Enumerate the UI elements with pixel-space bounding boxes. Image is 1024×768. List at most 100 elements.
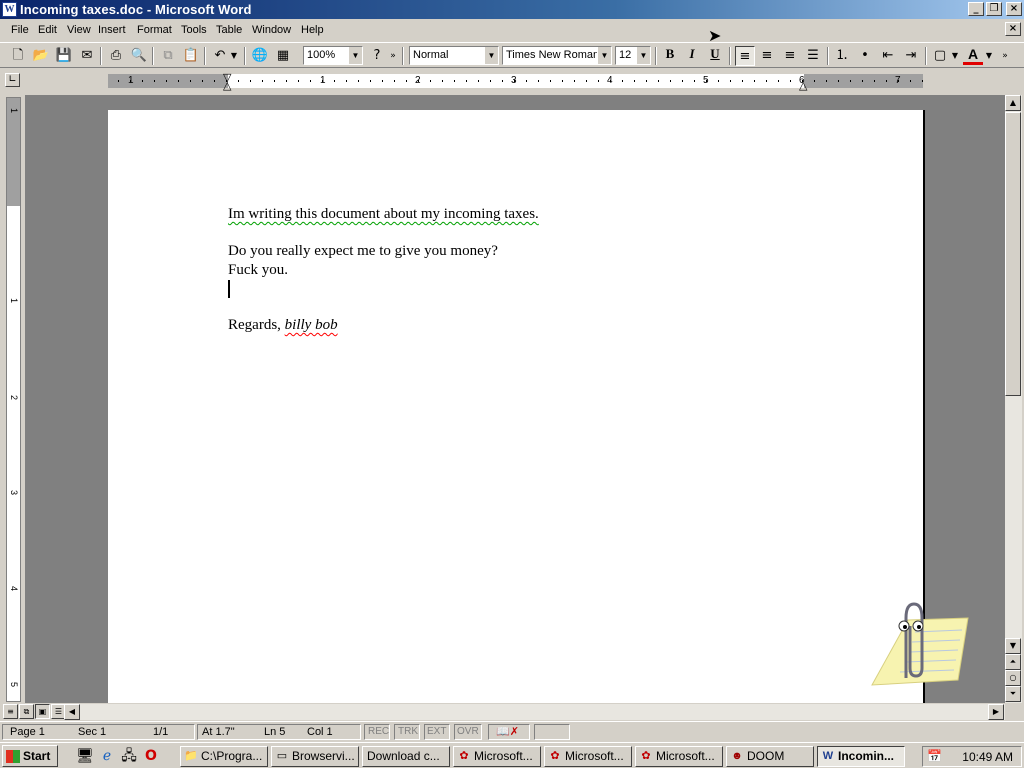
task-microsoft-1[interactable]: ✿ Microsoft...	[453, 746, 541, 767]
internet-explorer-icon[interactable]: ℯ	[98, 747, 116, 765]
scroll-left-icon[interactable]: ◀	[64, 704, 80, 720]
justify-icon[interactable]: ☰	[803, 46, 823, 66]
menu-insert[interactable]: Insert	[98, 24, 126, 36]
copy-icon[interactable]: ⧉	[158, 46, 178, 66]
web-layout-view-icon[interactable]: ⧉	[19, 704, 34, 719]
tab-selector-button[interactable]: ∟	[5, 73, 20, 87]
menu-table[interactable]: Table	[216, 24, 242, 36]
increase-indent-icon[interactable]: ⇥	[901, 46, 921, 66]
document-regards-line[interactable]: Regards, billy bob	[228, 317, 338, 334]
toolbar-overflow-2-icon[interactable]: »	[1000, 46, 1010, 66]
menu-tools[interactable]: Tools	[181, 24, 207, 36]
style-combo[interactable]: Normal ▼	[409, 46, 499, 65]
document-line-1[interactable]: Im writing this document about my incomi…	[228, 206, 539, 223]
ruler-tick	[334, 80, 335, 82]
task-folder[interactable]: 📁 C:\Progra...	[180, 746, 268, 767]
spelling-status-icon[interactable]: 📖✗	[496, 724, 519, 740]
menu-edit[interactable]: Edit	[38, 24, 57, 36]
select-browse-object-icon[interactable]: ○	[1005, 670, 1021, 686]
maximize-button[interactable]: ❐	[986, 2, 1002, 16]
horizontal-scrollbar[interactable]: ◀ ▶	[64, 704, 1005, 720]
start-button[interactable]: Start	[2, 745, 58, 767]
ruler-row: ∟ 1 1 2 3 4 5 6 7 ▽ △ △	[0, 69, 1024, 93]
vertical-scrollbar[interactable]: ▲ ▼ ⏶ ○ ⏷	[1005, 95, 1022, 703]
toolbar-overflow-icon[interactable]: »	[388, 46, 398, 66]
font-size-combo[interactable]: 12 ▼	[615, 46, 651, 65]
align-left-icon[interactable]: ≡	[735, 46, 755, 66]
vertical-ruler[interactable]: 1 1 2 3 4 5	[6, 97, 21, 702]
scheduler-icon[interactable]: 📅	[927, 749, 942, 763]
borders-icon[interactable]: ▢	[930, 46, 950, 66]
save-icon[interactable]: 💾	[54, 46, 74, 66]
previous-page-icon[interactable]: ⏶	[1005, 654, 1021, 670]
scroll-down-icon[interactable]: ▼	[1005, 638, 1021, 654]
vertical-scroll-thumb[interactable]	[1005, 112, 1021, 396]
decrease-indent-icon[interactable]: ⇤	[878, 46, 898, 66]
print-preview-icon[interactable]: 🔍	[129, 46, 149, 66]
menu-view[interactable]: View	[67, 24, 91, 36]
print-icon[interactable]: ⎙	[106, 46, 126, 66]
close-button[interactable]: ×	[1006, 2, 1022, 16]
task-microsoft-2[interactable]: ✿ Microsoft...	[544, 746, 632, 767]
style-dropdown-icon[interactable]: ▼	[484, 47, 498, 64]
status-rec[interactable]: REC	[368, 724, 389, 740]
office-assistant-clippy[interactable]	[870, 600, 970, 695]
borders-dropdown-icon[interactable]: ▼	[950, 46, 960, 66]
font-dropdown-icon[interactable]: ▼	[597, 47, 611, 64]
clock[interactable]: 10:49 AM	[962, 750, 1013, 764]
align-right-icon[interactable]: ≡	[780, 46, 800, 66]
document-page[interactable]: Im writing this document about my incomi…	[108, 110, 925, 703]
scroll-right-icon[interactable]: ▶	[988, 704, 1004, 720]
document-line-2[interactable]: Do you really expect me to give you mone…	[228, 243, 498, 260]
status-trk[interactable]: TRK	[398, 724, 418, 740]
right-indent-marker[interactable]: △	[799, 79, 807, 92]
next-page-icon[interactable]: ⏷	[1005, 686, 1021, 702]
horizontal-ruler[interactable]: 1 1 2 3 4 5 6 7 ▽ △ △	[108, 71, 923, 92]
task-browservice[interactable]: ▭ Browservi...	[271, 746, 359, 767]
normal-view-icon[interactable]: ≡	[3, 704, 18, 719]
status-ext[interactable]: EXT	[427, 724, 446, 740]
open-folder-icon[interactable]: 📂	[31, 46, 51, 66]
menu-window[interactable]: Window	[252, 24, 291, 36]
font-color-button[interactable]: A	[963, 46, 983, 65]
new-document-icon[interactable]: 🗋	[8, 46, 28, 66]
undo-icon[interactable]: ↶	[210, 46, 230, 66]
align-center-icon[interactable]: ≡	[757, 46, 777, 66]
font-color-dropdown-icon[interactable]: ▼	[984, 46, 994, 66]
font-size-dropdown-icon[interactable]: ▼	[636, 47, 650, 64]
bullet-list-icon[interactable]: •	[855, 46, 875, 66]
channels-icon[interactable]: 🖧	[120, 747, 138, 765]
word-app-icon[interactable]: W	[2, 2, 17, 17]
zoom-dropdown-icon[interactable]: ▼	[348, 47, 362, 64]
minimize-button[interactable]: _	[968, 2, 984, 16]
opera-icon[interactable]: O	[142, 747, 160, 765]
print-layout-view-icon[interactable]: ▣	[35, 704, 50, 719]
table-icon[interactable]: ▦	[273, 46, 293, 66]
paste-icon[interactable]: 📋	[181, 46, 201, 66]
underline-button[interactable]: U	[705, 46, 725, 66]
task-word-document[interactable]: W Incomin...	[817, 746, 905, 767]
desktop-icon[interactable]: 🖥	[76, 747, 94, 765]
scroll-up-icon[interactable]: ▲	[1005, 95, 1021, 111]
task-microsoft-3[interactable]: ✿ Microsoft...	[635, 746, 723, 767]
left-indent-marker[interactable]: △	[223, 79, 231, 92]
numbered-list-icon[interactable]: ⒈	[832, 46, 852, 66]
document-close-button[interactable]: ×	[1005, 22, 1021, 36]
task-doom[interactable]: ☻ DOOM	[726, 746, 814, 767]
document-line-3[interactable]: Fuck you.	[228, 262, 288, 279]
help-icon[interactable]: ?	[367, 46, 387, 66]
email-icon[interactable]: ✉	[77, 46, 97, 66]
menu-format[interactable]: Format	[137, 24, 172, 36]
task-download[interactable]: Download c...	[362, 746, 450, 767]
undo-dropdown-icon[interactable]: ▼	[228, 46, 240, 66]
web-globe-icon[interactable]: 🌐	[250, 46, 270, 66]
status-at: At 1.7"	[202, 726, 235, 738]
menu-help[interactable]: Help	[301, 24, 324, 36]
bold-button[interactable]: B	[660, 46, 680, 66]
ruler-tick	[826, 80, 827, 82]
zoom-combo[interactable]: 100% ▼	[303, 46, 363, 65]
menu-file[interactable]: File	[11, 24, 29, 36]
italic-button[interactable]: I	[682, 46, 702, 66]
status-ovr[interactable]: OVR	[457, 724, 479, 740]
font-combo[interactable]: Times New Roman ▼	[502, 46, 612, 65]
